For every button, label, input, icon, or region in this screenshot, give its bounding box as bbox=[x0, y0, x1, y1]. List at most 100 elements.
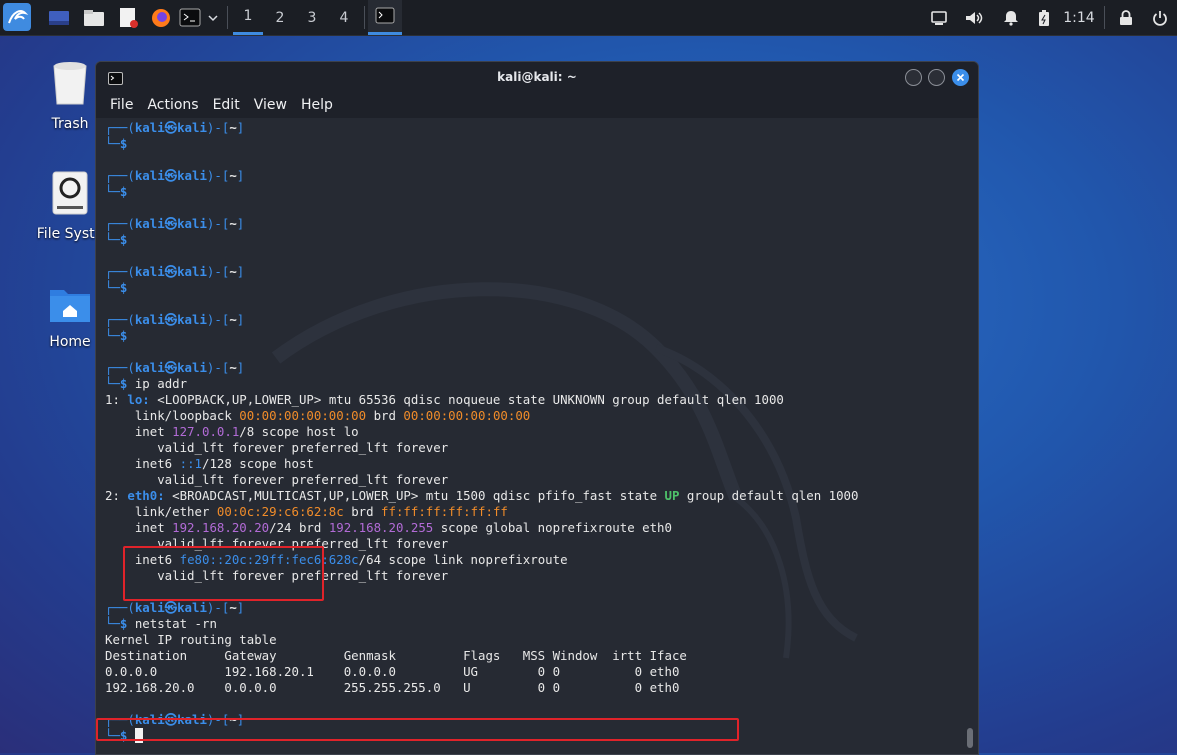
terminal-text: ] bbox=[236, 168, 245, 183]
terminal-launcher-icon[interactable] bbox=[178, 0, 202, 35]
workspace-2[interactable]: 2 bbox=[265, 0, 295, 35]
ip-address: 192.168.20.20 bbox=[172, 520, 270, 535]
terminal-text: ] bbox=[236, 120, 245, 135]
prompt-dir: ~ bbox=[229, 216, 237, 231]
broadcast-address: 192.168.20.255 bbox=[328, 520, 434, 535]
terminal-text: ] bbox=[236, 312, 245, 327]
terminal-text: )-[ bbox=[206, 264, 230, 279]
terminal-text: └─ bbox=[105, 232, 120, 247]
terminal-text: valid_lft forever preferred_lft forever bbox=[105, 440, 449, 455]
routing-table-row: 0.0.0.0 192.168.20.1 0.0.0.0 UG 0 0 0 et… bbox=[105, 664, 679, 680]
routing-table-row: 192.168.20.0 0.0.0.0 255.255.255.0 U 0 0… bbox=[105, 680, 680, 695]
workspace-3[interactable]: 3 bbox=[297, 0, 327, 35]
battery-icon[interactable] bbox=[1034, 0, 1054, 35]
terminal-line: Destination Gateway Genmask Flags MSS Wi… bbox=[105, 648, 687, 664]
terminal-line: 2: eth0: <BROADCAST,MULTICAST,UP,LOWER_U… bbox=[105, 488, 858, 504]
minimize-button[interactable] bbox=[905, 69, 922, 86]
show-desktop-icon[interactable] bbox=[45, 0, 73, 35]
routing-table-row: 0.0.0.0 192.168.20.1 0.0.0.0 UG 0 0 0 et… bbox=[105, 664, 680, 679]
close-button[interactable] bbox=[952, 69, 969, 86]
kali-menu-icon[interactable] bbox=[3, 3, 31, 31]
prompt-command-line: └─$ bbox=[105, 184, 127, 200]
notifications-bell-icon[interactable] bbox=[1000, 0, 1022, 35]
terminal-text: ┌──( bbox=[105, 168, 135, 183]
workspace-1[interactable]: 1 bbox=[233, 0, 263, 35]
menu-actions[interactable]: Actions bbox=[147, 97, 198, 113]
prompt-command-line: └─$ bbox=[105, 280, 127, 296]
terminal-text: $ bbox=[119, 232, 128, 247]
terminal-text: $ bbox=[119, 328, 128, 343]
prompt-user-host: kali㉿kali bbox=[134, 600, 207, 615]
prompt-user-host: kali㉿kali bbox=[134, 120, 207, 135]
menu-file[interactable]: File bbox=[110, 97, 133, 113]
terminal-line: Kernel IP routing table bbox=[105, 632, 277, 648]
routing-table-row: 192.168.20.0 0.0.0.0 255.255.255.0 U 0 0… bbox=[105, 680, 679, 696]
terminal-text: └─ bbox=[105, 616, 120, 631]
ipv6-address: ::1 bbox=[179, 456, 202, 471]
highlight-default-route-box bbox=[96, 718, 739, 741]
menu-help[interactable]: Help bbox=[301, 97, 333, 113]
terminal-text: $ bbox=[119, 184, 128, 199]
terminal-text: /8 scope host lo bbox=[239, 424, 359, 439]
menu-edit[interactable]: Edit bbox=[213, 97, 240, 113]
terminal-output[interactable]: ┌──(kali㉿kali)-[~] └─$ ┌──(kali㉿kali)-[~] └… bbox=[96, 118, 978, 754]
terminal-text: inet6 bbox=[105, 456, 180, 471]
window-titlebar[interactable]: kali@kali: ~ bbox=[96, 62, 978, 92]
clock[interactable]: 1:14 bbox=[1062, 0, 1096, 35]
maximize-button[interactable] bbox=[928, 69, 945, 86]
prompt-line: ┌──(kali㉿kali)-[~] bbox=[105, 120, 244, 136]
terminal-text: /24 brd bbox=[269, 520, 329, 535]
terminal-text: brd bbox=[366, 408, 404, 423]
terminal-text: ┌──( bbox=[105, 600, 135, 615]
prompt-user-host: kali㉿kali bbox=[134, 312, 207, 327]
chevron-down-icon[interactable] bbox=[204, 0, 222, 35]
terminal-text: $ bbox=[119, 280, 128, 295]
command-text: ip addr bbox=[127, 376, 188, 391]
prompt-line: ┌──(kali㉿kali)-[~] bbox=[105, 360, 244, 376]
prompt-user-host: kali㉿kali bbox=[134, 168, 207, 183]
terminal-text: ┌──( bbox=[105, 264, 135, 279]
terminal-text: └─ bbox=[105, 328, 120, 343]
logout-icon[interactable] bbox=[1150, 0, 1170, 35]
prompt-dir: ~ bbox=[229, 312, 237, 327]
terminal-text: link/loopback bbox=[105, 408, 240, 423]
terminal-line: valid_lft forever preferred_lft forever bbox=[105, 440, 448, 456]
scrollbar[interactable] bbox=[967, 728, 973, 748]
menu-view[interactable]: View bbox=[254, 97, 287, 113]
lock-screen-icon[interactable] bbox=[1116, 0, 1136, 35]
routing-table-title: Kernel IP routing table bbox=[105, 632, 277, 647]
prompt-dir: ~ bbox=[229, 360, 237, 375]
prompt-dir: ~ bbox=[229, 264, 237, 279]
taskbar: 1 2 3 4 1:14 bbox=[0, 0, 1177, 36]
file-manager-icon[interactable] bbox=[80, 0, 108, 35]
mac-address: ff:ff:ff:ff:ff:ff bbox=[381, 504, 508, 519]
volume-icon[interactable] bbox=[962, 0, 986, 35]
mac-address: 00:00:00:00:00:00 bbox=[239, 408, 367, 423]
terminal-text: ┌──( bbox=[105, 216, 135, 231]
terminal-text: ┌──( bbox=[105, 360, 135, 375]
terminal-text: ┌──( bbox=[105, 120, 135, 135]
prompt-dir: ~ bbox=[229, 120, 237, 135]
menubar: File Actions Edit View Help bbox=[96, 92, 978, 118]
firefox-icon[interactable] bbox=[147, 0, 175, 35]
prompt-user-host: kali㉿kali bbox=[134, 264, 207, 279]
terminal-window[interactable]: kali@kali: ~ File Actions Edit View Help… bbox=[95, 61, 979, 755]
iface-name: eth0: bbox=[127, 488, 165, 503]
terminal-line: 1: lo: <LOOPBACK,UP,LOWER_UP> mtu 65536 … bbox=[105, 392, 784, 408]
iface-name: lo: bbox=[127, 392, 150, 407]
terminal-text: └─ bbox=[105, 184, 120, 199]
prompt-user-host: kali㉿kali bbox=[134, 360, 207, 375]
prompt-dir: ~ bbox=[229, 600, 237, 615]
prompt-line: ┌──(kali㉿kali)-[~] bbox=[105, 264, 244, 280]
terminal-text: └─ bbox=[105, 280, 120, 295]
text-editor-icon[interactable] bbox=[114, 0, 142, 35]
terminal-line: valid_lft forever preferred_lft forever bbox=[105, 472, 448, 488]
terminal-text: $ bbox=[119, 136, 128, 151]
terminal-text: inet bbox=[105, 520, 173, 535]
mac-address: 00:0c:29:c6:62:8c bbox=[216, 504, 344, 519]
close-icon bbox=[956, 73, 965, 82]
monitor-icon[interactable] bbox=[928, 0, 950, 35]
taskbar-terminal-window[interactable] bbox=[368, 0, 402, 35]
prompt-command-line: └─$ bbox=[105, 232, 127, 248]
workspace-4[interactable]: 4 bbox=[329, 0, 359, 35]
